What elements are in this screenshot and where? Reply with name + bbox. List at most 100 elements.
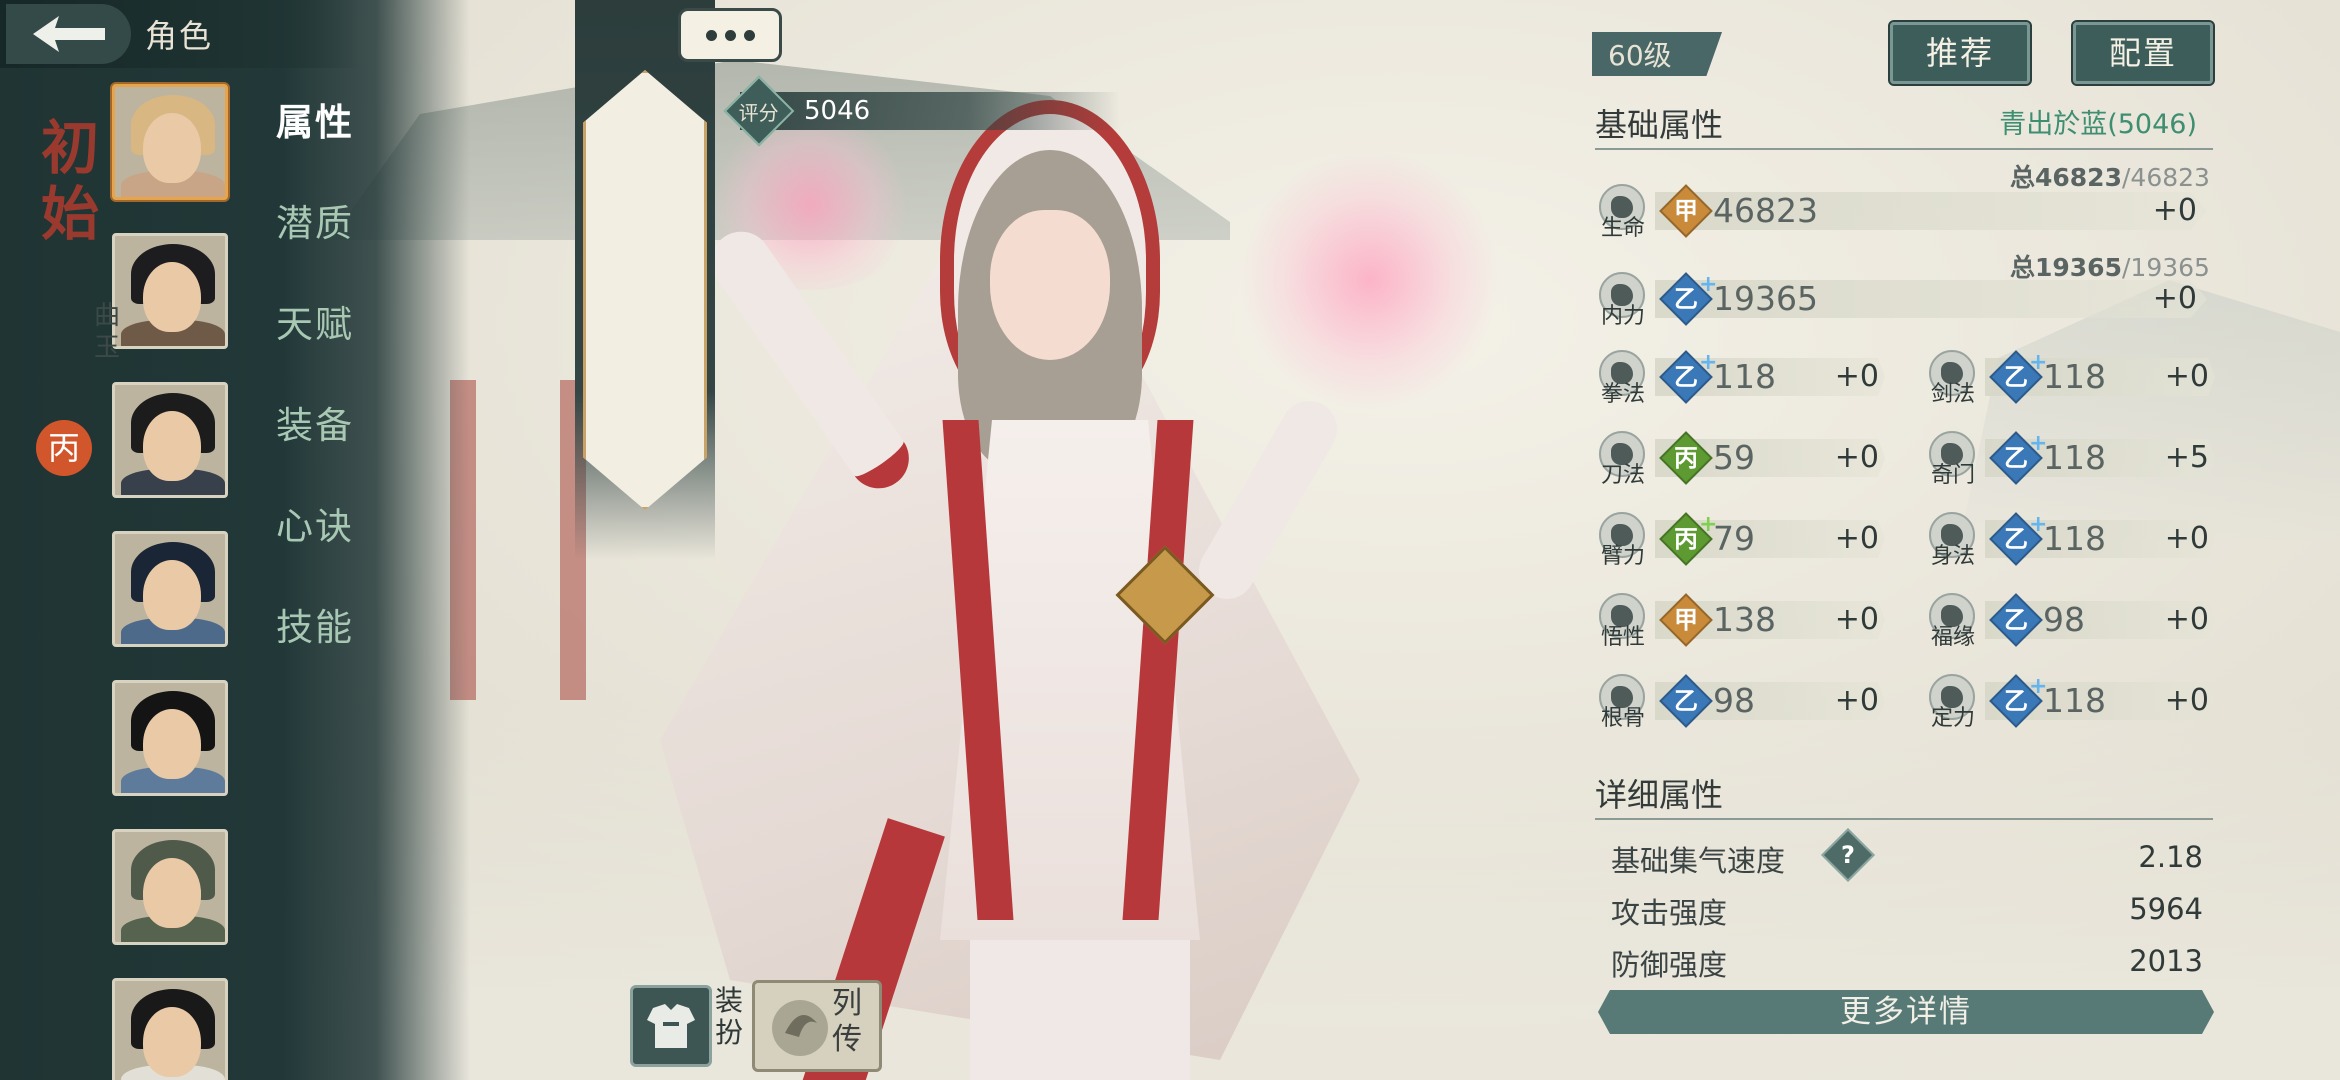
help-question-mark: ? xyxy=(1841,841,1855,869)
detail-row: 基础集气速度 ? 2.18 xyxy=(1611,828,2209,882)
character-face xyxy=(990,210,1110,360)
back-arrow-icon xyxy=(32,16,105,52)
stat-bonus: +0 xyxy=(2164,521,2209,556)
basic-attributes-header: 基础属性 青出於蓝(5046) xyxy=(1595,100,2213,150)
stat-value: 98 xyxy=(2043,600,2085,639)
stat-label: 悟性 xyxy=(1600,625,1645,650)
grade-text: 甲 xyxy=(1674,196,1698,225)
stat-row: 臂力丙 +79 +0 xyxy=(1595,512,1891,569)
stat-label: 内力 xyxy=(1600,304,1645,329)
detail-row: 防御强度 2013 xyxy=(1611,942,2209,986)
character-portrait[interactable] xyxy=(112,978,228,1080)
more-details-button[interactable]: 更多详情 xyxy=(1598,990,2214,1034)
dress-up-label: 装扮 xyxy=(715,984,744,1049)
section-title: 基础属性 xyxy=(1595,106,1724,144)
stat-bonus: +0 xyxy=(2152,281,2197,316)
dot-icon xyxy=(705,29,717,41)
character-portrait[interactable] xyxy=(112,680,228,796)
stat-hp: 生命 甲 46823 +0 xyxy=(1595,184,2213,241)
stat-label: 生命 xyxy=(1600,216,1645,241)
stat-label: 拳法 xyxy=(1600,382,1645,407)
stat-bonus: +0 xyxy=(2164,359,2209,394)
chat-bubble-button[interactable] xyxy=(678,8,782,62)
back-button[interactable] xyxy=(6,4,131,64)
character-portrait[interactable] xyxy=(112,84,228,200)
stat-label: 臂力 xyxy=(1600,544,1645,569)
stat-value: 19365 xyxy=(1713,279,1818,318)
stat-bonus: +0 xyxy=(1834,440,1879,475)
stat-row: 刀法 丙 59 +0 xyxy=(1595,431,1891,488)
menu-item-talent[interactable]: 天赋 xyxy=(276,294,354,395)
grade-text: 甲 xyxy=(1674,605,1698,634)
character-arm-right xyxy=(1188,390,1348,610)
banner-frame xyxy=(583,70,707,510)
dot-icon xyxy=(724,29,736,41)
stat-row: 定力乙 +118 +0 xyxy=(1925,674,2221,731)
character-title: 曲玉 xyxy=(93,301,120,363)
stat-bonus: +5 xyxy=(2164,440,2209,475)
character-portrait-list xyxy=(112,84,228,1080)
stat-value: 79 xyxy=(1713,519,1755,558)
detail-value: 5964 xyxy=(2129,892,2203,926)
dot-icon xyxy=(743,29,755,41)
menu-item-equipment[interactable]: 装备 xyxy=(276,395,354,496)
stat-bonus: +0 xyxy=(2164,602,2209,637)
page-title: 角色 xyxy=(145,17,214,55)
stat-label: 刀法 xyxy=(1600,463,1645,488)
score-value: 5046 xyxy=(804,96,871,126)
detail-row: 攻击强度 5964 xyxy=(1611,890,2209,934)
menu-item-mind-art[interactable]: 心诀 xyxy=(276,496,354,597)
menu-item-potential[interactable]: 潜质 xyxy=(276,193,354,294)
attribute-panel: 基础属性 青出於蓝(5046) xyxy=(1595,100,2213,150)
portrait-face xyxy=(143,113,201,183)
biography-label: 列传 xyxy=(832,986,862,1057)
portrait-face xyxy=(143,709,201,779)
portrait-swirl-icon xyxy=(772,1000,828,1056)
character-artwork xyxy=(640,60,1500,1080)
dress-up-button[interactable] xyxy=(630,985,712,1067)
detail-attributes-header: 详细属性 xyxy=(1595,770,2213,820)
stat-mp: 内力 乙 + 19365 +0 xyxy=(1595,272,2213,329)
detail-label: 防御强度 xyxy=(1611,948,1728,982)
detail-label: 基础集气速度 xyxy=(1611,844,1786,878)
stat-bonus: +0 xyxy=(1834,521,1879,556)
stat-label: 根骨 xyxy=(1600,706,1645,731)
menu-item-skills[interactable]: 技能 xyxy=(276,597,354,698)
character-portrait[interactable] xyxy=(112,382,228,498)
stat-row: 根骨 乙 98 +0 xyxy=(1595,674,1891,731)
grade-text: 乙 xyxy=(1674,686,1698,715)
character-portrait[interactable] xyxy=(112,233,228,349)
attribute-menu: 属性 潜质 天赋 装备 心诀 技能 xyxy=(276,92,354,698)
character-portrait[interactable] xyxy=(112,829,228,945)
robe-icon xyxy=(647,1004,695,1048)
portrait-face xyxy=(143,1007,201,1077)
grade-text: 丙 xyxy=(1674,443,1698,472)
config-button[interactable]: 配置 xyxy=(2071,20,2215,86)
stat-value: 98 xyxy=(1713,681,1755,720)
stat-row: 福缘 乙 98 +0 xyxy=(1925,593,2221,650)
detail-value: 2.18 xyxy=(2138,840,2203,874)
stat-label: 身法 xyxy=(1930,544,1975,569)
score-bar: 评分 5046 xyxy=(723,75,1120,147)
stat-value: 118 xyxy=(1713,357,1776,396)
pink-magic-right xyxy=(1240,150,1500,410)
top-bar: 角色 xyxy=(0,0,360,68)
recommend-button[interactable]: 推荐 xyxy=(1888,20,2032,86)
detail-value: 2013 xyxy=(2129,944,2203,978)
menu-item-attributes[interactable]: 属性 xyxy=(276,92,354,193)
portrait-face xyxy=(143,262,201,332)
portrait-face xyxy=(143,858,201,928)
character-name: 初始 xyxy=(40,114,99,248)
stat-label: 剑法 xyxy=(1930,382,1975,407)
stat-bonus: +0 xyxy=(2152,193,2197,228)
stat-label: 奇门 xyxy=(1930,463,1975,488)
stat-bonus: +0 xyxy=(1834,602,1879,637)
bonus-tag: 青出於蓝(5046) xyxy=(1999,109,2197,140)
grade-text: 乙 xyxy=(2004,605,2028,634)
stat-value: 118 xyxy=(2043,438,2106,477)
score-label: 评分 xyxy=(739,100,779,125)
detail-panel: 详细属性 xyxy=(1595,770,2213,820)
character-portrait[interactable] xyxy=(112,531,228,647)
stat-row: 身法乙 +118 +0 xyxy=(1925,512,2221,569)
stat-bonus: +0 xyxy=(1834,683,1879,718)
